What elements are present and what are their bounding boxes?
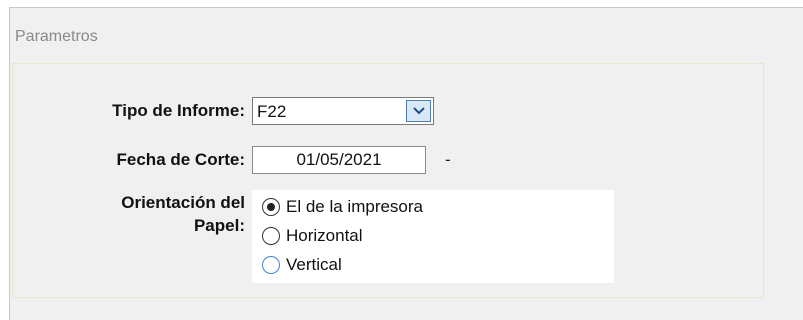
fecha-suffix: - [445, 150, 451, 169]
radio-horizontal-label: Horizontal [286, 226, 363, 245]
tipo-informe-value: F22 [257, 102, 287, 121]
fecha-corte-label: Fecha de Corte: [116, 150, 245, 169]
orientacion-label-1: Orientación del [121, 193, 245, 212]
tipo-informe-select[interactable]: F22 [252, 97, 434, 125]
fecha-corte-field[interactable]: 01/05/2021 [252, 146, 426, 174]
tipo-informe-label: Tipo de Informe: [112, 101, 245, 120]
chevron-down-icon [412, 107, 425, 115]
radio-impresora[interactable]: El de la impresora [262, 197, 423, 217]
orientation-radio-group: El de la impresora Horizontal Vertical [252, 190, 614, 283]
dropdown-button[interactable] [406, 100, 431, 122]
radio-icon[interactable] [262, 227, 280, 245]
radio-horizontal[interactable]: Horizontal [262, 226, 363, 246]
window-title: Parametros [15, 28, 98, 45]
orientacion-label-2: Papel: [193, 216, 245, 235]
radio-icon[interactable] [262, 256, 280, 274]
radio-impresora-label: El de la impresora [286, 197, 424, 216]
radio-vertical[interactable]: Vertical [262, 255, 342, 275]
radio-vertical-label: Vertical [286, 255, 342, 274]
radio-icon[interactable] [262, 198, 280, 216]
